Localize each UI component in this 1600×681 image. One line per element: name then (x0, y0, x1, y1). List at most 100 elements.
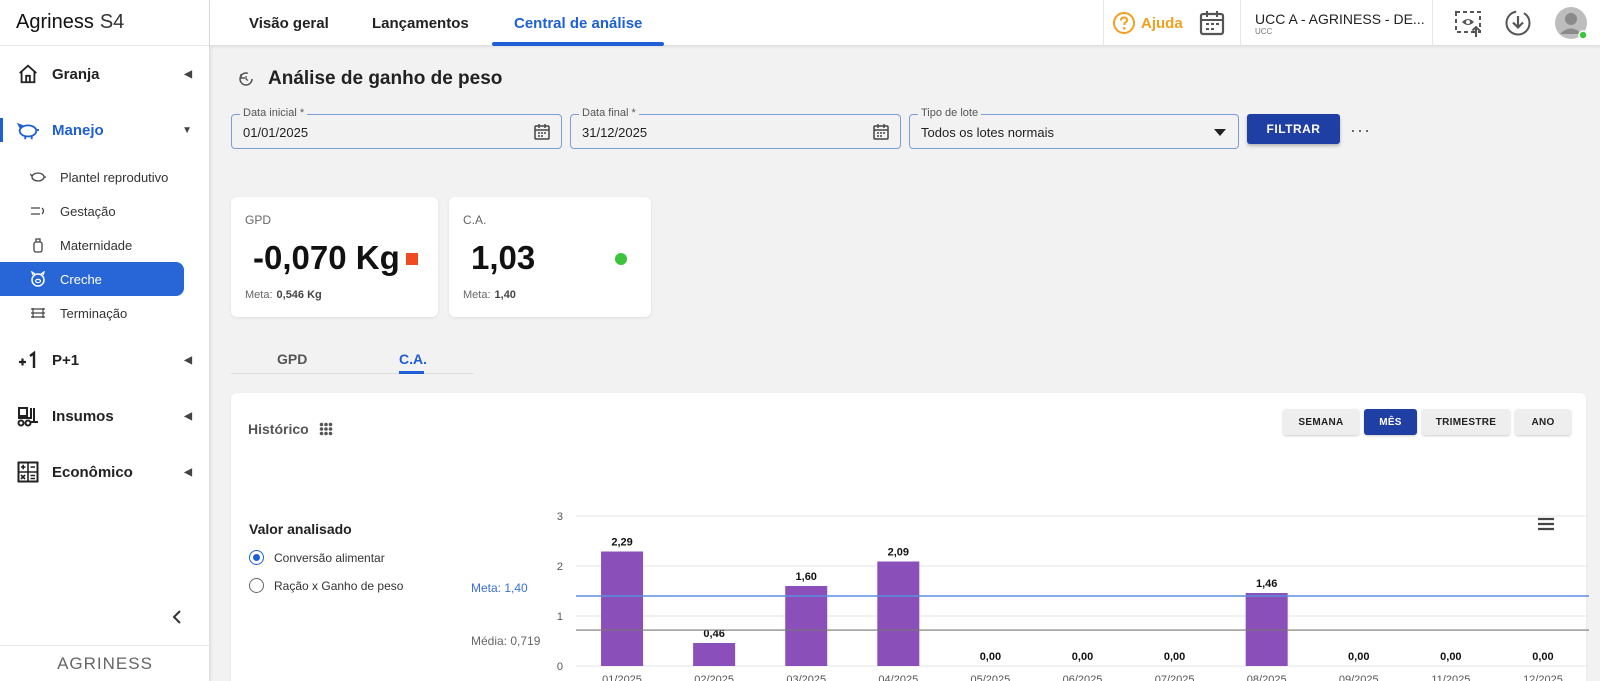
chart-bar (693, 643, 736, 666)
batch-type-value: Todos os lotes normais (921, 125, 1054, 140)
more-options-button[interactable]: ··· (1350, 120, 1371, 141)
bottle-icon (30, 237, 46, 253)
caret-left-icon: ◀ (184, 354, 192, 366)
sidebar-subitem-label: Maternidade (60, 237, 133, 253)
y-tick-label: 1 (557, 611, 563, 623)
period-semana-button[interactable]: SEMANA (1283, 409, 1359, 435)
radio-unselected[interactable] (249, 578, 264, 593)
end-date-field[interactable]: Data final * 31/12/2025 (570, 107, 901, 149)
data-label: 0,00 (1072, 651, 1093, 663)
period-ano-button[interactable]: ANO (1515, 409, 1571, 435)
kpi-meta-value: 1,40 (494, 289, 516, 301)
divider (1432, 0, 1433, 46)
forklift-icon (16, 404, 40, 428)
kpi-meta: Meta: 0,546 Kg (245, 289, 322, 301)
data-label: 0,00 (1164, 651, 1185, 663)
data-label: 1,46 (1256, 578, 1277, 590)
download-button[interactable] (1504, 0, 1532, 46)
pig-icon (16, 118, 40, 142)
gestation-icon (30, 203, 46, 219)
tab-lancamentos[interactable]: Lançamentos (372, 0, 469, 46)
sidebar-subitem-plantel[interactable]: Plantel reprodutivo (0, 160, 184, 194)
kpi-value: -0,070 Kg (253, 239, 400, 276)
radio-selected[interactable] (249, 550, 264, 565)
kpi-card-ca: C.A. 1,03 Meta: 1,40 (449, 197, 651, 317)
sidebar-item-p1[interactable]: P+1 ◀ (0, 340, 210, 380)
filter-button[interactable]: FILTRAR (1247, 114, 1340, 144)
sidebar-item-manejo[interactable]: Manejo ▼ (0, 110, 210, 150)
calendar-icon[interactable] (533, 123, 551, 141)
chart-bar (785, 586, 828, 666)
batch-type-select[interactable]: Tipo de lote Todos os lotes normais (909, 107, 1239, 149)
start-date-field[interactable]: Data inicial * 01/01/2025 (231, 107, 562, 149)
sidebar-subitem-creche[interactable]: Creche (0, 262, 184, 296)
x-tick-label: 04/2025 (878, 674, 918, 681)
period-trimestre-button[interactable]: TRIMESTRE (1422, 409, 1510, 435)
subtab-divider (231, 373, 474, 374)
subtab-ca[interactable]: C.A. (399, 351, 427, 367)
option-label: Ração x Ganho de peso (274, 578, 404, 593)
x-tick-label: 02/2025 (694, 674, 734, 681)
status-dot (615, 253, 627, 265)
sidebar-item-granja[interactable]: Granja ◀ (0, 54, 210, 94)
home-icon (16, 62, 40, 86)
tab-visao-geral[interactable]: Visão geral (249, 0, 329, 46)
sidebar-subitem-label: Plantel reprodutivo (60, 169, 169, 185)
historico-panel: Histórico SEMANA MÊS TRIMESTRE ANO Valor… (231, 393, 1589, 681)
x-tick-label: 03/2025 (786, 674, 826, 681)
x-tick-label: 11/2025 (1431, 674, 1470, 681)
historico-title-text: Histórico (248, 421, 309, 437)
download-icon (1505, 10, 1531, 36)
valor-analisado-title: Valor analisado (249, 521, 352, 537)
option-racao-ganho[interactable]: Ração x Ganho de peso (249, 578, 403, 593)
avatar-icon (1555, 7, 1588, 40)
subtab-gpd[interactable]: GPD (277, 351, 307, 367)
calculator-icon (16, 460, 40, 484)
screen-share-button[interactable] (1454, 0, 1484, 46)
sidebar-subitem-gestacao[interactable]: Gestação (0, 194, 184, 228)
kpi-meta-value: 0,546 Kg (276, 289, 322, 301)
grid-icon[interactable] (319, 422, 333, 436)
caret-left-icon: ◀ (184, 410, 192, 422)
data-label: 0,00 (1348, 651, 1369, 663)
calendar-button[interactable] (1198, 0, 1226, 46)
sidebar-subitem-maternidade[interactable]: Maternidade (0, 228, 184, 262)
help-icon (1113, 12, 1135, 34)
page-title-text: Análise de ganho de peso (268, 68, 503, 89)
data-label: 1,60 (796, 571, 817, 583)
divider (1103, 0, 1104, 46)
history-back-icon[interactable] (238, 71, 254, 87)
unit-name: UCC A - AGRINESS - DE... (1255, 10, 1425, 27)
sidebar-subitem-label: Gestação (60, 203, 116, 219)
period-mes-button[interactable]: MÊS (1364, 409, 1417, 435)
x-tick-label: 12/2025 (1523, 674, 1563, 681)
page-title: Análise de ganho de peso (238, 68, 502, 90)
brand-logo[interactable]: Agriness S4 (0, 0, 209, 46)
sidebar-subitem-terminacao[interactable]: Terminação (0, 296, 184, 330)
user-avatar[interactable] (1554, 0, 1588, 46)
kpi-title: GPD (245, 213, 272, 227)
help-button[interactable]: Ajuda (1112, 0, 1183, 46)
unit-selector[interactable]: UCC A - AGRINESS - DE... UCC (1255, 0, 1425, 46)
sidebar-item-insumos[interactable]: Insumos ◀ (0, 396, 210, 436)
calendar-icon[interactable] (872, 123, 890, 141)
help-label: Ajuda (1141, 14, 1183, 32)
brand-name: Agriness (16, 11, 94, 33)
start-date-label: Data inicial * (240, 107, 308, 119)
option-conversao-alimentar[interactable]: Conversão alimentar (249, 550, 385, 565)
brand-suffix: S4 (99, 11, 125, 33)
divider (1240, 0, 1241, 46)
kpi-title: C.A. (463, 213, 487, 227)
footer-logo: AGRINESS (0, 645, 210, 681)
end-date-label: Data final * (579, 107, 639, 119)
meta-line-label: Meta: 1,40 (471, 581, 528, 595)
x-tick-label: 09/2025 (1339, 674, 1379, 681)
top-navigation: Visão geral Lançamentos Central de análi… (210, 0, 1600, 46)
sidebar-item-economico[interactable]: Econômico ◀ (0, 452, 210, 492)
collapse-sidebar-button[interactable] (172, 610, 182, 629)
y-tick-label: 2 (557, 561, 563, 573)
sidebar-subitem-label: Terminação (60, 305, 128, 321)
historico-title: Histórico (248, 421, 333, 437)
kpi-meta-label: Meta: (245, 289, 273, 301)
tab-central-de-analise[interactable]: Central de análise (491, 0, 665, 46)
